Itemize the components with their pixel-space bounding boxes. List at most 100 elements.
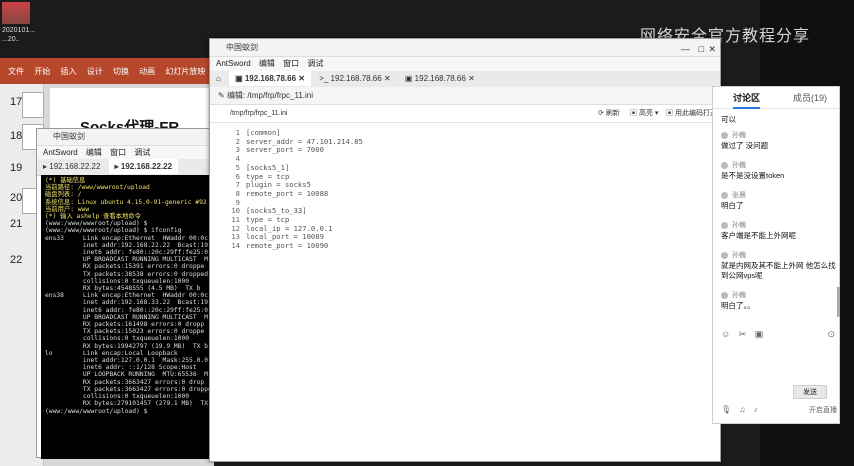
tab-host-active[interactable]: ▣ 192.168.78.66 ✕ [229, 71, 311, 86]
tab-label: 192.168.22.22 [120, 162, 173, 171]
slide-thumbnail[interactable] [22, 92, 44, 118]
ribbon-tab[interactable]: 文件 [8, 66, 24, 77]
ribbon-tab[interactable]: 动画 [139, 66, 155, 77]
ppt-ribbon: 文件 开始 插入 设计 切换 动画 幻灯片放映 [0, 58, 214, 84]
tab-label: 192.168.78.66 [414, 74, 466, 83]
ribbon-tab[interactable]: 设计 [87, 66, 103, 77]
chat-message-text: 就是内网及其不能上外网 他怎么找到公网vps呢 [721, 261, 836, 280]
live-label[interactable]: 开启直播 [809, 405, 837, 415]
editor-header-title: 编辑: /tmp/frp/frpc_11.ini [226, 91, 314, 100]
chat-message-text: 可以 [721, 115, 736, 124]
microphone-icon[interactable]: 🎙 [721, 405, 731, 414]
menu-item[interactable]: 编辑 [86, 148, 102, 157]
chat-message-text: 明白了 [721, 201, 744, 210]
avatar [721, 161, 728, 169]
slide-number: 22 [10, 254, 23, 266]
tab-host[interactable]: ▸ 192.168.22.22 [37, 159, 106, 174]
chat-toolbar: ☺ ✂ ▣ ⊙ [721, 329, 839, 341]
avatar [721, 131, 728, 139]
chat-message-text: 客户端是不能上外网呢 [721, 231, 796, 240]
ribbon-tab[interactable]: 开始 [34, 66, 50, 77]
edit-icon: ✎ [218, 91, 225, 100]
send-button[interactable]: 发送 [793, 385, 827, 399]
tab-host[interactable]: ▣ 192.168.78.66 ✕ [399, 71, 481, 86]
menu-item[interactable]: 调试 [307, 59, 323, 68]
chat-message-text: 做过了 没问题 [721, 141, 769, 150]
chat-message-author: 孙巍 [721, 291, 837, 301]
file-path-field[interactable]: /tmp/frp/frpc_11.ini [230, 110, 287, 117]
ribbon-tab[interactable]: 切换 [113, 66, 129, 77]
scissors-icon[interactable]: ✂ [739, 329, 747, 339]
chat-message: 孙巍 明白了。。 [721, 291, 837, 311]
chat-tabs: 讨论区 成员(19) [713, 87, 839, 109]
chat-message-author: 孙巍 [721, 251, 837, 261]
maximize-icon[interactable]: □ [699, 41, 704, 58]
highlight-mode-dropdown[interactable]: ▣ 高亮 ▾ [630, 105, 658, 123]
menu-item[interactable]: 窗口 [110, 148, 126, 157]
desktop-file-label: 2020101... [2, 27, 36, 34]
tab-members[interactable]: 成员(19) [793, 87, 827, 109]
editor-header: ✎ 编辑: /tmp/frp/frpc_11.ini [210, 87, 720, 105]
author-name: 张晨 [732, 192, 746, 199]
chat-message: 孙巍 客户端是不能上外网呢 [721, 221, 837, 241]
antsword-editor-window: 中国蚁剑 — □ ✕ AntSword 编辑 窗口 调试 ⌂ ▣ 192.168… [209, 38, 721, 462]
slide-number: 17 [10, 96, 23, 108]
menu-item[interactable]: AntSword [43, 148, 78, 157]
emoji-icon[interactable]: ☺ [721, 329, 730, 339]
code-line: server_port = 7000 [246, 145, 324, 155]
window-titlebar[interactable]: 中国蚁剑 — □ ✕ [210, 39, 720, 57]
file-thumbnail-icon [2, 2, 30, 24]
author-name: 孙巍 [732, 162, 746, 169]
window-title: 中国蚁剑 [53, 132, 85, 141]
mode-label: 高亮 [638, 110, 653, 117]
chat-message-text: 是不是没设置token [721, 171, 785, 180]
image-icon[interactable]: ▣ [755, 329, 764, 339]
chat-message-author: 孙巍 [721, 221, 837, 231]
desktop-file-icon[interactable]: 2020101... ...20.. [2, 2, 42, 54]
tab-host[interactable]: >_ 192.168.78.66 ✕ [313, 71, 396, 86]
code-line: remote_port = 10090 [246, 241, 329, 251]
slide-number: 18 [10, 130, 23, 142]
slide-number: 20 [10, 192, 23, 204]
history-icon[interactable]: ⊙ [827, 329, 835, 340]
window-title: 中国蚁剑 [226, 43, 258, 52]
avatar [721, 251, 728, 259]
ribbon-tab[interactable]: 幻灯片放映 [165, 66, 205, 77]
close-icon[interactable]: ✕ [708, 41, 716, 58]
home-icon[interactable]: ⌂ [210, 71, 227, 86]
menu-item[interactable]: 窗口 [283, 59, 299, 68]
chat-bottom-bar: 🎙 ♫ ♪ 开启直播 [721, 405, 839, 419]
avatar [721, 221, 728, 229]
menu-item[interactable]: AntSword [216, 59, 251, 68]
editor-toolbar: /tmp/frp/frpc_11.ini ⟳ 刷新 ▣ 高亮 ▾ ▣ 用此编码打… [210, 105, 720, 123]
refresh-label: 刷新 [605, 110, 620, 117]
menu-item[interactable]: 调试 [134, 148, 150, 157]
chat-panel: 讨论区 成员(19) ☺ ✂ ▣ ⊙ 发送 🎙 ♫ ♪ 开启直播 可以 孙巍 做过了… [712, 86, 840, 424]
menu-bar: AntSword 编辑 窗口 调试 [210, 57, 720, 71]
menu-item[interactable]: 编辑 [259, 59, 275, 68]
avatar [721, 291, 728, 299]
chat-message-author: 张晨 [721, 191, 837, 201]
chat-message: 孙巍做过了 没问题 [721, 131, 837, 151]
code-editor[interactable]: 1 [common] 2 server_addr = 47.101.214.85 3 se… [210, 125, 720, 455]
chat-message: 孙巍就是内网及其不能上外网 他怎么找到公网vps呢 [721, 251, 837, 281]
music-icon[interactable]: ♪ [754, 405, 758, 414]
volume-icon[interactable]: ♫ [739, 405, 745, 414]
tab-discussion[interactable]: 讨论区 [733, 87, 761, 109]
author-name: 孙巍 [732, 132, 746, 139]
chat-message: 孙巍是不是没设置token [721, 161, 837, 181]
open-with-encoding-button[interactable]: ▣ 用此编码打开 [666, 105, 717, 123]
author-name: 孙巍 [732, 252, 746, 259]
minimize-icon[interactable]: — [681, 41, 690, 58]
tab-label: 192.168.22.22 [49, 162, 101, 171]
chat-scrollbar[interactable] [837, 287, 840, 317]
ribbon-tab[interactable]: 插入 [60, 66, 76, 77]
refresh-button[interactable]: ⟳ 刷新 [598, 105, 620, 123]
tab-label: 192.168.78.66 [244, 74, 297, 83]
slide-number: 21 [10, 218, 23, 230]
avatar [721, 191, 728, 199]
desktop-file-label-2: ...20.. [2, 36, 20, 43]
chat-message: 张晨明白了 [721, 191, 837, 211]
tab-host-active[interactable]: ▸ 192.168.22.22 [108, 159, 179, 174]
chat-message-author: 孙巍 [721, 131, 837, 141]
